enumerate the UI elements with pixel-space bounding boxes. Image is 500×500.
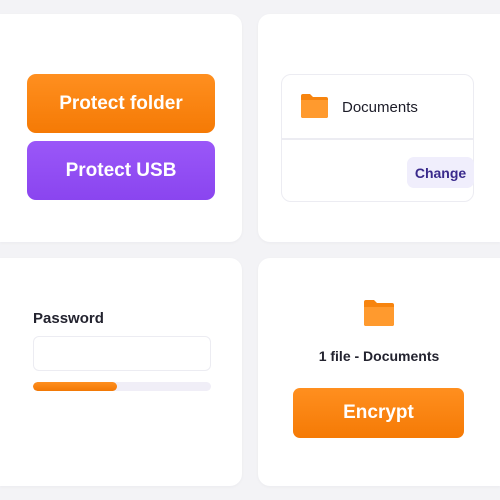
encrypt-card: 1 file - Documents Encrypt [258,258,500,486]
encrypt-button[interactable]: Encrypt [293,388,464,438]
password-label: Password [33,310,104,327]
password-field[interactable] [33,336,211,371]
password-strength-meter [33,382,211,391]
folder-icon [364,300,394,326]
folder-selector-card: Documents Change [258,14,500,242]
protect-folder-button[interactable]: Protect folder [27,74,215,133]
folder-icon [301,94,328,118]
change-folder-button[interactable]: Change [407,157,474,188]
protect-usb-button[interactable]: Protect USB [27,141,215,200]
folder-name: Documents [342,99,418,116]
divider [282,138,473,140]
file-summary: 1 file - Documents [318,348,440,364]
actions-card: Protect folder Protect USB [0,14,242,242]
folder-selector-panel: Documents Change [281,74,474,202]
password-card: Password [0,258,242,486]
password-strength-fill [33,382,117,391]
